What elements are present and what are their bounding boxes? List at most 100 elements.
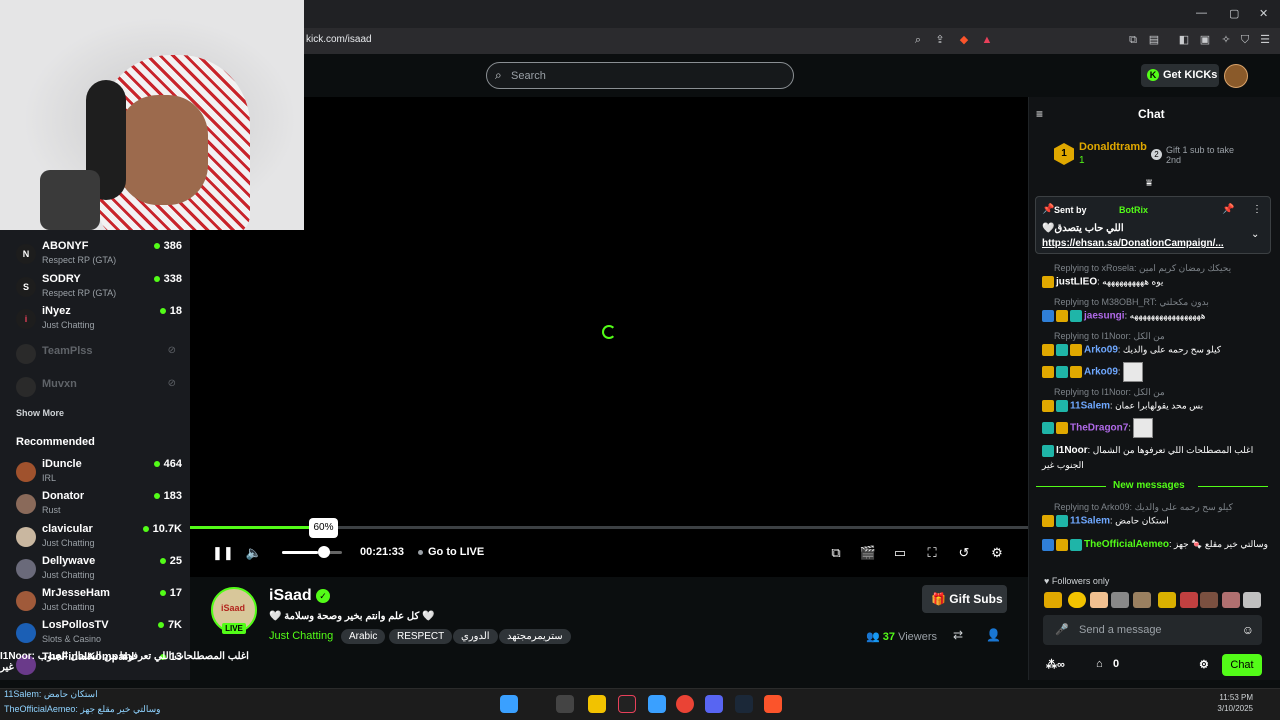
pinned-link[interactable]: https://ehsan.sa/DonationCampaign/...	[1042, 238, 1242, 249]
rewind-icon[interactable]: ↺	[955, 544, 973, 562]
chat-username[interactable]: 11Salem	[1070, 400, 1110, 411]
brave-shield-icon[interactable]: ◆	[956, 32, 972, 48]
go-to-live-button[interactable]: Go to LIVE	[418, 546, 484, 558]
vpn-icon[interactable]: ⛉	[1237, 32, 1253, 48]
emote-icon[interactable]	[1243, 592, 1261, 608]
more-options-icon[interactable]: ⋮	[1252, 204, 1262, 215]
sidebar-channel-teampless[interactable]: TeamPlss ⊘	[16, 340, 186, 372]
sidebar-channel-iduncle[interactable]: iDuncle IRL 464	[16, 458, 186, 490]
follow-icon[interactable]: 👤	[986, 628, 1001, 642]
emote-icon[interactable]	[1180, 592, 1198, 608]
minimize-button[interactable]: —	[1196, 7, 1207, 19]
sidebar-channel-abonyf[interactable]: N ABONYF Respect RP (GTA) 386	[16, 240, 186, 272]
explorer-icon[interactable]	[588, 695, 606, 713]
volume-slider[interactable]	[282, 551, 342, 554]
brave-rewards-icon[interactable]: ▲	[979, 32, 995, 48]
unpin-icon[interactable]: 📌	[1222, 204, 1234, 215]
close-window-button[interactable]: ✕	[1259, 7, 1268, 20]
theater-mode-icon[interactable]: ▭	[891, 544, 909, 562]
kicks-points-icon[interactable]: ⁂∞	[1046, 658, 1065, 671]
reply-context[interactable]: Replying to Arko09: كيلو سح رحمه على وال…	[1054, 502, 1233, 513]
reply-context[interactable]: Replying to I1Noor: من الكل	[1054, 387, 1165, 398]
reply-context[interactable]: Replying to I1Noor: من الكل	[1054, 331, 1165, 342]
sidebar-channel-lospollostv[interactable]: LosPollosTV Slots & Casino 7K	[16, 619, 186, 651]
sidebar-channel-dellywave[interactable]: Dellywave Just Chatting 25	[16, 555, 186, 587]
sidebar-channel-muvxn[interactable]: Muvxn ⊘	[16, 373, 186, 405]
top-gifter-name[interactable]: Donaldtramb	[1079, 141, 1147, 153]
tag-streamer[interactable]: ستريمرمجتهد	[499, 629, 571, 644]
discord-icon[interactable]	[705, 695, 723, 713]
microphone-icon[interactable]: 🎤	[1055, 623, 1069, 636]
emote-icon[interactable]	[1222, 592, 1240, 608]
chat-username[interactable]: Arko09	[1084, 344, 1118, 355]
menu-icon[interactable]: ☰	[1257, 32, 1273, 48]
chat-username[interactable]: TheDragon7	[1070, 422, 1128, 433]
miniplayer-icon[interactable]: ⧉	[827, 544, 845, 562]
collapse-chat-icon[interactable]: ≡	[1036, 107, 1043, 121]
pinned-bot-name[interactable]: BotRix	[1119, 205, 1148, 215]
brave-icon[interactable]	[764, 695, 782, 713]
volume-icon[interactable]: 🔈	[245, 544, 263, 562]
wallet-icon[interactable]: ▣	[1197, 32, 1213, 48]
filter-icon[interactable]: ⩸	[1146, 178, 1152, 189]
show-more-link[interactable]: Show More	[16, 408, 64, 418]
emote-icon[interactable]	[1044, 592, 1062, 608]
chrome-icon[interactable]	[676, 695, 694, 713]
sidebar-channel-sodry[interactable]: S SODRY Respect RP (GTA) 338	[16, 273, 186, 305]
app-icon[interactable]	[648, 695, 666, 713]
settings-icon[interactable]: ⚙	[988, 544, 1006, 562]
maximize-button[interactable]: ▢	[1229, 7, 1239, 20]
chat-username[interactable]: justLIEO	[1056, 276, 1097, 287]
clip-icon[interactable]: 🎬	[859, 544, 877, 562]
emote-icon[interactable]	[1090, 592, 1108, 608]
chevron-down-icon[interactable]: ⌄	[1251, 229, 1259, 240]
reply-context[interactable]: Replying to M38OBH_RT: بدون مكحلتي	[1054, 297, 1209, 308]
extensions-icon[interactable]: ⧉	[1125, 32, 1141, 48]
leo-icon[interactable]: ✧	[1218, 32, 1234, 48]
chat-username[interactable]: 11Salem	[1070, 515, 1110, 526]
zoom-icon[interactable]: ⌕	[910, 32, 926, 48]
chat-username[interactable]: jaesungi	[1084, 310, 1125, 321]
tag-arabic[interactable]: Arabic	[341, 629, 386, 644]
chat-username[interactable]: I1Noor	[1056, 445, 1088, 456]
emote-icon[interactable]	[1068, 592, 1086, 608]
chat-input[interactable]: 🎤 Send a message ☺	[1043, 615, 1262, 645]
sidebar-channel-clavicular[interactable]: clavicular Just Chatting 10.7K	[16, 523, 186, 555]
store-icon[interactable]: ⌂	[1096, 658, 1103, 670]
app-icon[interactable]	[618, 695, 636, 713]
get-kicks-button[interactable]: K Get KICKs	[1141, 64, 1219, 87]
taskview-icon[interactable]	[556, 695, 574, 713]
tag-league[interactable]: الدوري	[453, 629, 498, 644]
send-chat-button[interactable]: Chat	[1222, 654, 1262, 676]
sidebar-channel-mrjesseham[interactable]: MrJesseHam Just Chatting 17	[16, 587, 186, 619]
share-icon[interactable]: ⇪	[932, 32, 948, 48]
sidebar-toggle-icon[interactable]: ◧	[1176, 32, 1192, 48]
share-icon[interactable]: ⇄	[953, 628, 963, 642]
url-text[interactable]: kick.com/isaad	[306, 34, 372, 45]
tag-respect[interactable]: RESPECT	[389, 629, 453, 644]
reply-context[interactable]: Replying to xRosela: يحيكك رمضان كريم ام…	[1054, 263, 1231, 274]
search-input[interactable]: ⌕ Search	[486, 62, 794, 89]
emote-icon[interactable]	[1111, 592, 1129, 608]
streamer-name[interactable]: iSaad	[269, 587, 312, 605]
volume-slider-handle[interactable]	[318, 546, 330, 558]
fullscreen-icon[interactable]: ⛶	[923, 544, 941, 562]
stream-category-link[interactable]: Just Chatting	[269, 630, 333, 642]
tab-icon[interactable]: ▤	[1146, 32, 1162, 48]
new-messages-divider[interactable]: New messages	[1036, 480, 1268, 494]
emote-icon[interactable]	[1133, 592, 1151, 608]
system-clock[interactable]: 11:53 PM 3/10/2025	[1213, 692, 1253, 714]
chat-username[interactable]: TheOfficialAemeo	[1084, 539, 1169, 550]
chat-settings-icon[interactable]: ⚙	[1199, 658, 1209, 671]
start-icon[interactable]	[500, 695, 518, 713]
pause-button[interactable]: ❚❚	[212, 544, 234, 562]
sidebar-channel-donator[interactable]: Donator Rust 183	[16, 490, 186, 522]
gift-subs-button[interactable]: 🎁 Gift Subs	[922, 585, 1007, 613]
emote-icon[interactable]	[1200, 592, 1218, 608]
steam-icon[interactable]	[735, 695, 753, 713]
emoji-icon[interactable]: ☺	[1242, 623, 1254, 637]
emote-icon[interactable]	[1158, 592, 1176, 608]
sidebar-channel-inyez[interactable]: i iNyez Just Chatting 18	[16, 305, 186, 337]
user-avatar[interactable]	[1224, 64, 1248, 88]
chat-username[interactable]: Arko09	[1084, 366, 1118, 377]
